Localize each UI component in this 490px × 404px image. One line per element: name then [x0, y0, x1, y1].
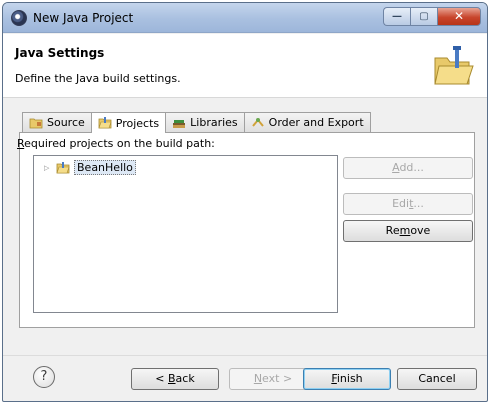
- page-description: Define the Java build settings.: [15, 72, 181, 85]
- required-projects-label: Required projects on the build path:: [17, 137, 215, 150]
- libraries-icon: [173, 119, 186, 128]
- wizard-header: Java Settings Define the Java build sett…: [3, 34, 487, 98]
- window-title: New Java Project: [33, 11, 134, 25]
- project-folder-icon: [98, 117, 112, 129]
- tab-libraries-label: Libraries: [190, 116, 238, 129]
- cancel-button[interactable]: Cancel: [397, 368, 477, 390]
- new-java-project-dialog: New Java Project — ▢ ✕ Java Settings Def…: [2, 2, 488, 402]
- add-button[interactable]: Add...: [343, 157, 473, 179]
- eclipse-icon: [11, 10, 27, 26]
- expand-arrow-icon[interactable]: ▷: [44, 164, 52, 172]
- back-button[interactable]: < Back: [131, 368, 219, 390]
- project-name: BeanHello: [74, 160, 136, 175]
- tab-projects[interactable]: Projects: [90, 112, 167, 133]
- help-icon[interactable]: ?: [33, 366, 55, 388]
- tab-order-and-export[interactable]: Order and Export: [243, 112, 371, 132]
- tab-order-and-export-label: Order and Export: [268, 116, 364, 129]
- project-folder-icon: [56, 161, 70, 173]
- tab-projects-label: Projects: [115, 116, 160, 130]
- build-path-tabs: Source Projects Libraries Order and Expo…: [22, 111, 371, 133]
- minimize-button[interactable]: —: [383, 7, 410, 26]
- tab-source-label: Source: [47, 116, 85, 129]
- java-project-wizard-icon: [434, 46, 474, 85]
- window-controls: — ▢ ✕: [383, 7, 481, 26]
- footer-divider: [3, 355, 487, 356]
- page-title: Java Settings: [15, 46, 105, 60]
- tree-item[interactable]: ▷ BeanHello: [44, 160, 136, 175]
- tab-source[interactable]: Source: [22, 112, 92, 132]
- tab-libraries[interactable]: Libraries: [165, 112, 245, 132]
- maximize-button[interactable]: ▢: [410, 7, 437, 26]
- remove-button[interactable]: Remove: [343, 220, 473, 242]
- required-projects-tree[interactable]: ▷ BeanHello: [33, 155, 338, 313]
- finish-button[interactable]: Finish: [303, 368, 391, 390]
- order-export-icon: [251, 117, 264, 127]
- edit-button[interactable]: Edit...: [343, 193, 473, 215]
- title-bar[interactable]: New Java Project — ▢ ✕: [3, 3, 487, 33]
- source-folder-icon: [29, 118, 43, 128]
- close-button[interactable]: ✕: [437, 7, 481, 26]
